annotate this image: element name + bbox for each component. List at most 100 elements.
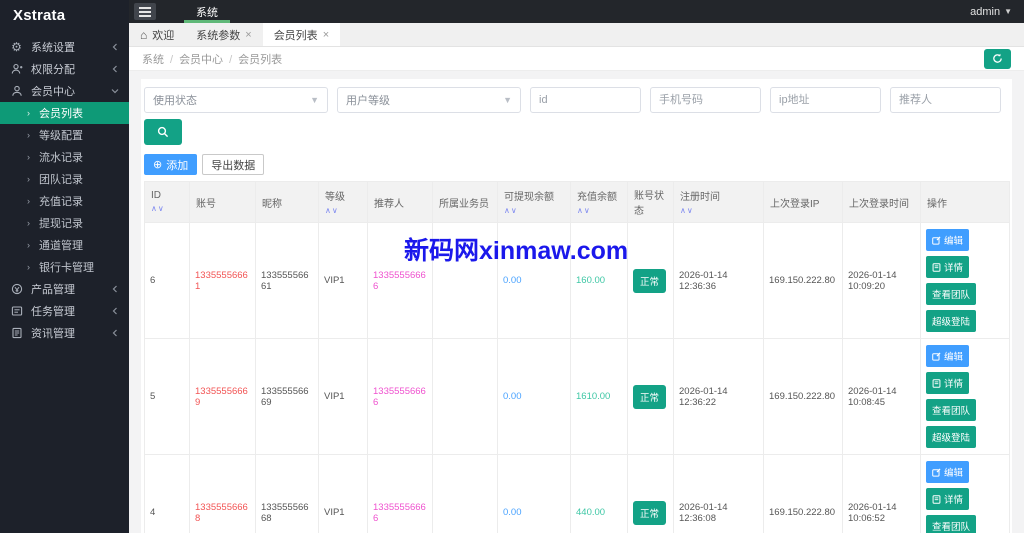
hamburger-menu-icon[interactable] <box>134 3 156 20</box>
view-team-button[interactable]: 查看团队 <box>926 515 977 533</box>
chevron-left-icon <box>111 43 119 51</box>
filter-input-推荐人[interactable] <box>890 87 1001 113</box>
filter-input-手机号码[interactable] <box>650 87 761 113</box>
breadcrumb-item[interactable]: 系统 <box>142 54 164 66</box>
refresh-button[interactable] <box>984 48 1011 69</box>
chevron-right-icon: › <box>27 196 30 206</box>
sort-desc-icon[interactable]: ∨ <box>584 206 591 215</box>
sidebar-subitem-label: 银行卡管理 <box>39 262 94 274</box>
column-label: 操作 <box>927 198 947 210</box>
column-label: 推荐人 <box>374 198 404 210</box>
filter-input-ip地址[interactable] <box>770 87 881 113</box>
sidebar-subitem-等级配置[interactable]: › 等级配置 <box>0 124 129 146</box>
status-badge: 正常 <box>633 268 667 293</box>
view-team-button[interactable]: 查看团队 <box>926 283 977 305</box>
sort-asc-icon[interactable]: ∧ <box>151 204 158 213</box>
cell-level: VIP1 <box>318 454 368 533</box>
super-login-button[interactable]: 超级登陆 <box>926 310 977 332</box>
sort-asc-icon[interactable]: ∧ <box>577 206 584 215</box>
sort-desc-icon[interactable]: ∨ <box>511 206 518 215</box>
sort-arrows: ∧∨ <box>577 205 621 216</box>
column-header-充值余额[interactable]: 充值余额 ∧∨ <box>570 181 628 223</box>
cell-level: VIP1 <box>318 222 368 339</box>
breadcrumb-item[interactable]: 会员列表 <box>238 54 282 66</box>
column-header-可提现余额[interactable]: 可提现余额 ∧∨ <box>497 181 571 223</box>
chevron-right-icon: › <box>27 130 30 140</box>
sort-desc-icon[interactable]: ∨ <box>158 204 165 213</box>
search-button[interactable] <box>144 119 182 145</box>
topnav-item-system[interactable]: 系统 <box>184 0 230 23</box>
sidebar-subitem-label: 充值记录 <box>39 196 83 208</box>
cell-nickname: 13355556669 <box>255 338 319 455</box>
sidebar-subitem-银行卡管理[interactable]: › 银行卡管理 <box>0 256 129 278</box>
sidebar-subitem-团队记录[interactable]: › 团队记录 <box>0 168 129 190</box>
sidebar-item-系统设置[interactable]: ⚙ 系统设置 <box>0 36 129 58</box>
gear-icon: ⚙ <box>11 40 22 54</box>
add-button[interactable]: ⊕ 添加 <box>144 154 198 175</box>
column-header-注册时间[interactable]: 注册时间 ∧∨ <box>673 181 764 223</box>
sidebar-subitem-label: 等级配置 <box>39 130 83 142</box>
column-header-ID[interactable]: ID ∧∨ <box>144 181 190 223</box>
view-team-button[interactable]: 查看团队 <box>926 399 977 421</box>
refresh-icon <box>993 53 1002 63</box>
chevron-right-icon: › <box>27 262 30 272</box>
column-header-等级[interactable]: 等级 ∧∨ <box>318 181 368 223</box>
sidebar-item-会员中心[interactable]: 会员中心 <box>0 80 129 102</box>
sort-asc-icon[interactable]: ∧ <box>504 206 511 215</box>
sort-desc-icon[interactable]: ∨ <box>332 206 339 215</box>
sidebar-subitem-提现记录[interactable]: › 提现记录 <box>0 212 129 234</box>
sidebar-subitem-通道管理[interactable]: › 通道管理 <box>0 234 129 256</box>
home-icon: ⌂ <box>140 27 148 42</box>
filter-input-id[interactable] <box>530 87 641 113</box>
sidebar-item-产品管理[interactable]: 产品管理 <box>0 278 129 300</box>
sort-asc-icon[interactable]: ∧ <box>680 206 687 215</box>
tab-欢迎[interactable]: ⌂ 欢迎 <box>129 23 185 46</box>
tab-close-icon[interactable]: × <box>245 29 251 41</box>
column-label: 昵称 <box>262 198 282 210</box>
sort-arrows: ∧∨ <box>504 205 564 216</box>
sidebar-item-资讯管理[interactable]: 资讯管理 <box>0 322 129 344</box>
edit-icon <box>932 351 941 361</box>
sort-desc-icon[interactable]: ∨ <box>687 206 694 215</box>
sidebar-subitem-会员列表[interactable]: › 会员列表 <box>0 102 129 124</box>
filter-select-用户等级[interactable]: 用户等级 ▼ <box>337 87 521 113</box>
detail-button[interactable]: 详情 <box>926 256 970 278</box>
cell-nickname: 13355556668 <box>255 454 319 533</box>
edit-button[interactable]: 编辑 <box>926 229 970 251</box>
dropdown-arrow-icon: ▼ <box>503 95 512 105</box>
edit-button[interactable]: 编辑 <box>926 461 970 483</box>
super-login-button[interactable]: 超级登陆 <box>926 426 977 448</box>
chevron-right-icon: › <box>27 240 30 250</box>
export-data-button[interactable]: 导出数据 <box>202 154 265 175</box>
select-placeholder: 使用状态 <box>153 95 197 107</box>
sidebar-item-任务管理[interactable]: 任务管理 <box>0 300 129 322</box>
edit-button[interactable]: 编辑 <box>926 345 970 367</box>
detail-button[interactable]: 详情 <box>926 488 970 510</box>
admin-dropdown[interactable]: admin ▼ <box>970 6 1012 18</box>
sidebar-subitem-充值记录[interactable]: › 充值记录 <box>0 190 129 212</box>
sidebar-item-label: 会员中心 <box>31 86 75 98</box>
tab-会员列表[interactable]: 会员列表 × <box>262 23 341 46</box>
add-button-label: 添加 <box>166 159 189 172</box>
tab-系统参数[interactable]: 系统参数 × <box>185 23 262 46</box>
tab-close-icon[interactable]: × <box>323 29 329 41</box>
chevron-right-icon: › <box>27 152 30 162</box>
cell-level: VIP1 <box>318 338 368 455</box>
sidebar-item-权限分配[interactable]: 权限分配 <box>0 58 129 80</box>
select-placeholder: 用户等级 <box>346 95 390 107</box>
tab-label: 会员列表 <box>273 29 318 42</box>
sidebar-menu: ⚙ 系统设置 权限分配会员中心 › 会员列表 › 等级配置 › 流水记录 › 团队记录 › 充值记录 › 提… <box>0 36 129 344</box>
detail-button[interactable]: 详情 <box>926 372 970 394</box>
cell-actions: 编辑详情查看团队超级登陆 <box>920 222 1010 339</box>
product-icon <box>10 283 23 296</box>
users-icon <box>10 63 23 76</box>
column-header-昵称: 昵称 <box>255 181 319 223</box>
sort-arrows: ∧∨ <box>151 203 183 214</box>
filter-select-使用状态[interactable]: 使用状态 ▼ <box>144 87 328 113</box>
cell-referrer: 13355556666 <box>367 222 433 339</box>
sort-asc-icon[interactable]: ∧ <box>325 206 332 215</box>
detail-icon <box>932 494 941 504</box>
sidebar-subitem-流水记录[interactable]: › 流水记录 <box>0 146 129 168</box>
breadcrumb-item[interactable]: 会员中心 <box>179 54 223 66</box>
sidebar-item-label: 资讯管理 <box>31 328 75 340</box>
